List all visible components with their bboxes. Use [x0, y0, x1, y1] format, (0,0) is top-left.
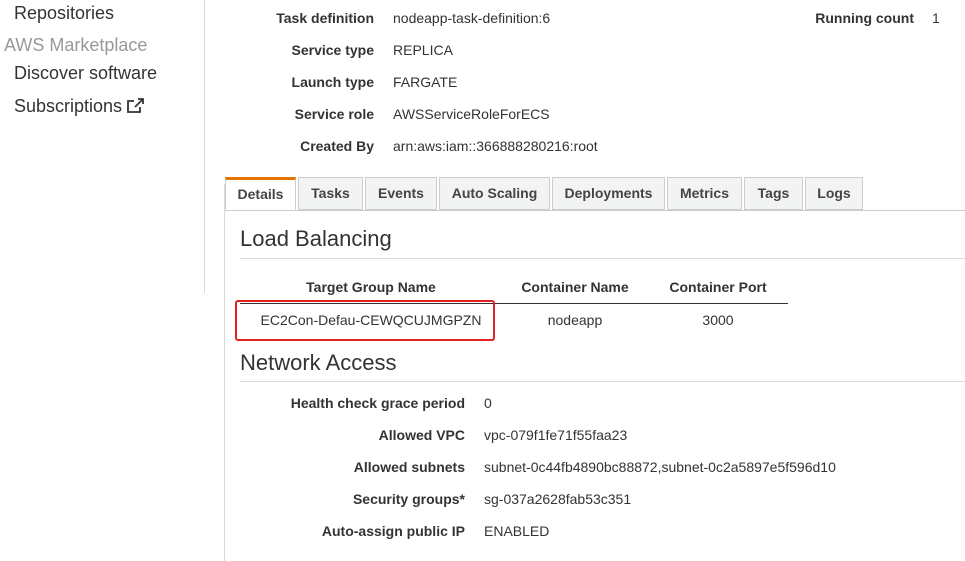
sidebar-item-discover-software[interactable]: Discover software: [14, 63, 157, 84]
tab-auto-scaling[interactable]: Auto Scaling: [439, 177, 550, 210]
auto-assign-public-ip-value: ENABLED: [484, 523, 550, 539]
launch-type-label: Launch type: [291, 74, 374, 90]
running-count-label: Running count: [815, 10, 914, 26]
section-divider: [240, 258, 965, 259]
service-role-label: Service role: [294, 106, 374, 122]
column-header-container-name: Container Name: [521, 279, 629, 295]
health-check-label: Health check grace period: [290, 395, 465, 411]
allowed-subnets-link[interactable]: subnet-0c44fb4890bc88872,subnet-0c2a5897…: [484, 459, 836, 475]
health-check-value: 0: [484, 395, 492, 411]
tab-deployments[interactable]: Deployments: [552, 177, 665, 210]
allowed-vpc-label: Allowed VPC: [378, 427, 465, 443]
running-count-value: 1: [932, 10, 940, 26]
created-by-value: arn:aws:iam::366888280216:root: [393, 138, 598, 154]
content-divider: [224, 184, 225, 561]
column-header-container-port: Container Port: [669, 279, 767, 295]
service-role-value: AWSServiceRoleForECS: [393, 106, 550, 122]
security-groups-link[interactable]: sg-037a2628fab53c351: [484, 491, 631, 507]
load-balancing-title: Load Balancing: [240, 226, 392, 251]
allowed-vpc-link[interactable]: vpc-079f1fe71f55faa23: [484, 427, 627, 443]
tab-events[interactable]: Events: [365, 177, 437, 210]
network-access-title: Network Access: [240, 350, 397, 375]
tab-metrics[interactable]: Metrics: [667, 177, 742, 210]
sidebar-item-repositories[interactable]: Repositories: [14, 3, 114, 24]
tab-bar: Details Tasks Events Auto Scaling Deploy…: [225, 177, 965, 211]
sidebar-item-label: Subscriptions: [14, 96, 123, 116]
external-link-icon: [126, 98, 144, 119]
task-definition-link[interactable]: nodeapp-task-definition:6: [393, 10, 550, 26]
sidebar: Repositories AWS Marketplace Discover so…: [0, 0, 205, 293]
container-name-cell: nodeapp: [547, 312, 603, 328]
service-type-label: Service type: [291, 42, 375, 58]
service-type-value: REPLICA: [393, 42, 453, 58]
created-by-label: Created By: [300, 138, 374, 154]
container-port-cell: 3000: [702, 312, 734, 328]
highlight-annotation: [235, 300, 495, 341]
auto-assign-public-ip-label: Auto-assign public IP: [321, 523, 465, 539]
tab-logs[interactable]: Logs: [805, 177, 863, 210]
column-header-target-group: Target Group Name: [306, 279, 436, 295]
section-divider: [240, 381, 965, 382]
tab-details[interactable]: Details: [225, 177, 296, 210]
security-groups-label: Security groups*: [352, 491, 465, 507]
sidebar-heading-marketplace: AWS Marketplace: [4, 35, 148, 55]
tab-tasks[interactable]: Tasks: [298, 177, 363, 210]
task-definition-label: Task definition: [276, 10, 374, 26]
allowed-subnets-label: Allowed subnets: [353, 459, 465, 475]
sidebar-item-subscriptions[interactable]: Subscriptions: [14, 96, 144, 119]
tab-tags[interactable]: Tags: [744, 177, 803, 210]
launch-type-value: FARGATE: [393, 74, 458, 90]
